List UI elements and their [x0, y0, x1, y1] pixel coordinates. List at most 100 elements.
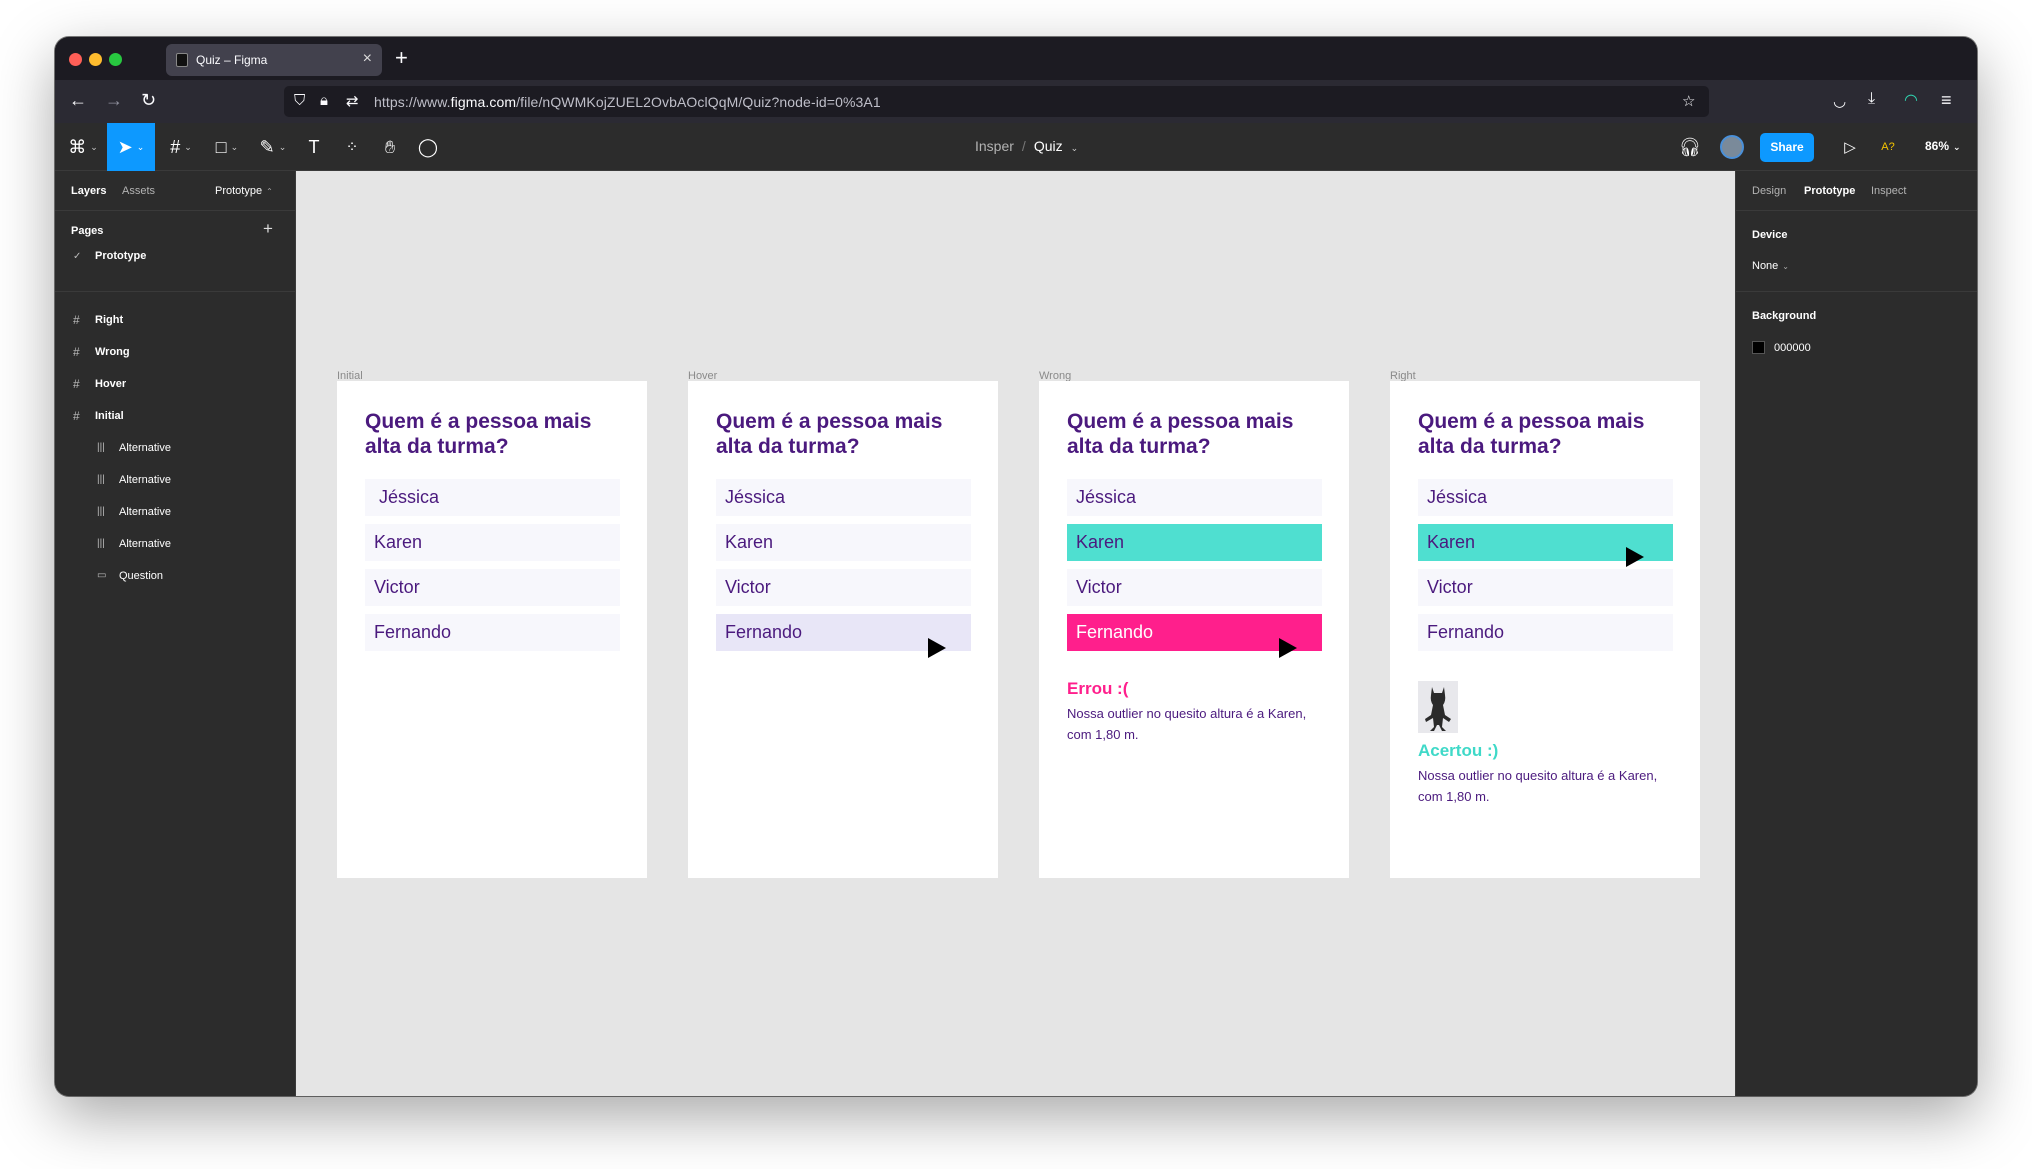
alternative-fernando[interactable]: Fernando: [1418, 614, 1673, 651]
alternative-victor[interactable]: Victor: [365, 569, 620, 606]
pocket-icon[interactable]: ◡: [1833, 92, 1846, 110]
comment-tool-icon[interactable]: ◯: [411, 123, 445, 171]
alternative-karen-correct[interactable]: Karen: [1067, 524, 1322, 561]
layer-frame-hover[interactable]: # Hover: [55, 369, 295, 401]
shape-tool-icon[interactable]: □ ⌄: [205, 123, 249, 171]
alternative-jessica[interactable]: Jéssica: [716, 479, 971, 516]
alternative-victor[interactable]: Victor: [1067, 569, 1322, 606]
layer-alternative[interactable]: ||| Alternative: [55, 465, 295, 497]
background-color-value[interactable]: 000000: [1774, 342, 1811, 354]
bookmark-star-icon[interactable]: ☆: [1682, 92, 1695, 110]
alternative-jessica[interactable]: Jéssica: [365, 479, 620, 516]
layer-alternative[interactable]: ||| Alternative: [55, 433, 295, 465]
frame-wrong[interactable]: Quem é a pessoa mais alta da turma? Jéss…: [1039, 381, 1349, 878]
layer-frame-wrong[interactable]: # Wrong: [55, 337, 295, 369]
resources-tool-icon[interactable]: ⁘: [335, 123, 369, 171]
alternative-jessica[interactable]: Jéssica: [1067, 479, 1322, 516]
frame-icon: #: [73, 345, 80, 359]
forward-arrow-icon[interactable]: →: [105, 90, 123, 111]
tab-inspect[interactable]: Inspect: [1871, 185, 1906, 197]
background-color-swatch[interactable]: [1752, 341, 1765, 354]
accessibility-warning-icon[interactable]: A?: [1871, 123, 1905, 171]
dancing-cat-image: [1418, 681, 1458, 733]
add-page-icon[interactable]: +: [263, 219, 273, 239]
page-item-label: Prototype: [95, 250, 147, 262]
download-icon[interactable]: ⤓: [1868, 90, 1875, 108]
rectangle-icon: ▭: [97, 570, 107, 581]
back-arrow-icon[interactable]: ←: [69, 90, 87, 111]
alternative-fernando[interactable]: Fernando: [365, 614, 620, 651]
question-title: Quem é a pessoa mais alta da turma?: [365, 410, 592, 458]
figma-menu-icon[interactable]: ⌘ ⌄: [63, 123, 103, 171]
reload-icon[interactable]: ↻: [141, 90, 156, 111]
page-item-prototype[interactable]: ✓ Prototype: [55, 241, 295, 273]
frame-hover[interactable]: Quem é a pessoa mais alta da turma? Jéss…: [688, 381, 998, 878]
tab-design[interactable]: Design: [1752, 185, 1786, 197]
extension-icon[interactable]: ◠: [1904, 90, 1918, 110]
left-panel-tabs: Layers Assets Prototype ⌃: [55, 171, 295, 211]
layer-frame-right[interactable]: # Right: [55, 305, 295, 337]
breadcrumb-separator: /: [1021, 138, 1026, 154]
canvas[interactable]: Initial Quem é a pessoa mais alta da tur…: [296, 171, 1735, 1096]
menu-icon[interactable]: ≡: [1941, 90, 1952, 111]
alternative-jessica[interactable]: Jéssica: [1418, 479, 1673, 516]
lock-icon[interactable]: 🔒︎: [320, 92, 328, 109]
alternative-label: Karen: [374, 532, 423, 552]
auto-layout-icon: |||: [97, 538, 105, 549]
alternative-victor[interactable]: Victor: [716, 569, 971, 606]
alternative-karen[interactable]: Karen: [365, 524, 620, 561]
feedback-text: Nossa outlier no quesito altura é a Kare…: [1067, 706, 1307, 742]
frame-right[interactable]: Quem é a pessoa mais alta da turma? Jéss…: [1390, 381, 1700, 878]
tab-assets[interactable]: Assets: [122, 185, 155, 197]
pages-heading: Pages: [71, 225, 104, 237]
layer-alternative[interactable]: ||| Alternative: [55, 497, 295, 529]
layer-label: Right: [95, 314, 124, 326]
alternative-label: Fernando: [725, 622, 803, 642]
frame-tool-icon[interactable]: # ⌄: [159, 123, 203, 171]
tab-layers[interactable]: Layers: [71, 185, 106, 197]
tab-close-icon[interactable]: ×: [363, 50, 372, 68]
layer-label: Alternative: [119, 506, 171, 518]
auto-layout-icon: |||: [97, 506, 105, 517]
pointer-cursor-icon: [1279, 638, 1297, 658]
alternative-label: Karen: [725, 532, 774, 552]
zoom-level[interactable]: 86% ⌄: [1925, 139, 1961, 153]
avatar[interactable]: [1720, 135, 1744, 159]
layer-frame-initial[interactable]: # Initial: [55, 401, 295, 433]
minimize-window-button[interactable]: [89, 53, 102, 66]
layer-label: Question: [119, 570, 164, 582]
frame-icon: #: [73, 377, 80, 391]
shield-icon[interactable]: ⛉: [294, 92, 305, 109]
alternative-label: Karen: [1427, 532, 1476, 552]
audio-headphones-icon[interactable]: 🎧︎: [1673, 123, 1707, 171]
breadcrumb-team[interactable]: Insper: [975, 138, 1014, 154]
alternative-karen[interactable]: Karen: [716, 524, 971, 561]
move-tool-icon[interactable]: ➤ ⌄: [107, 123, 155, 171]
figma-toolbar: ⌘ ⌄ ➤ ⌄ # ⌄ □ ⌄ ✎ ⌄ T ⁘ ✋︎ ◯ Insper / Quiz ⌄ 🎧︎ …: [55, 123, 1977, 171]
hand-tool-icon[interactable]: ✋︎: [373, 123, 407, 171]
alternative-victor[interactable]: Victor: [1418, 569, 1673, 606]
maximize-window-button[interactable]: [109, 53, 122, 66]
page-selector[interactable]: Prototype ⌃: [215, 185, 273, 197]
frame-icon: #: [73, 409, 80, 423]
text-tool-icon[interactable]: T: [297, 123, 331, 171]
present-play-icon[interactable]: ▷: [1833, 123, 1867, 171]
new-tab-button[interactable]: +: [395, 45, 408, 71]
pen-tool-icon[interactable]: ✎ ⌄: [251, 123, 295, 171]
layer-alternative[interactable]: ||| Alternative: [55, 529, 295, 561]
share-button[interactable]: Share: [1760, 133, 1814, 162]
close-window-button[interactable]: [69, 53, 82, 66]
device-select[interactable]: None ⌄: [1752, 260, 1789, 272]
url-bar[interactable]: ⛉ 🔒︎ ⇄ https://www.figma.com/file/nQWMKo…: [284, 86, 1709, 117]
tab-title: Quiz – Figma: [196, 53, 268, 67]
layer-question[interactable]: ▭ Question: [55, 561, 295, 593]
question-title: Quem é a pessoa mais alta da turma?: [716, 410, 943, 458]
permissions-icon[interactable]: ⇄: [346, 92, 359, 110]
frame-initial[interactable]: Quem é a pessoa mais alta da turma? Jéss…: [337, 381, 647, 878]
browser-tab[interactable]: Quiz – Figma ×: [166, 44, 382, 76]
figma-favicon-icon: [176, 53, 188, 67]
chevron-down-icon[interactable]: ⌄: [1071, 143, 1079, 153]
alternative-label: Victor: [725, 577, 771, 597]
file-name[interactable]: Quiz: [1034, 138, 1063, 154]
tab-prototype[interactable]: Prototype: [1804, 185, 1855, 197]
